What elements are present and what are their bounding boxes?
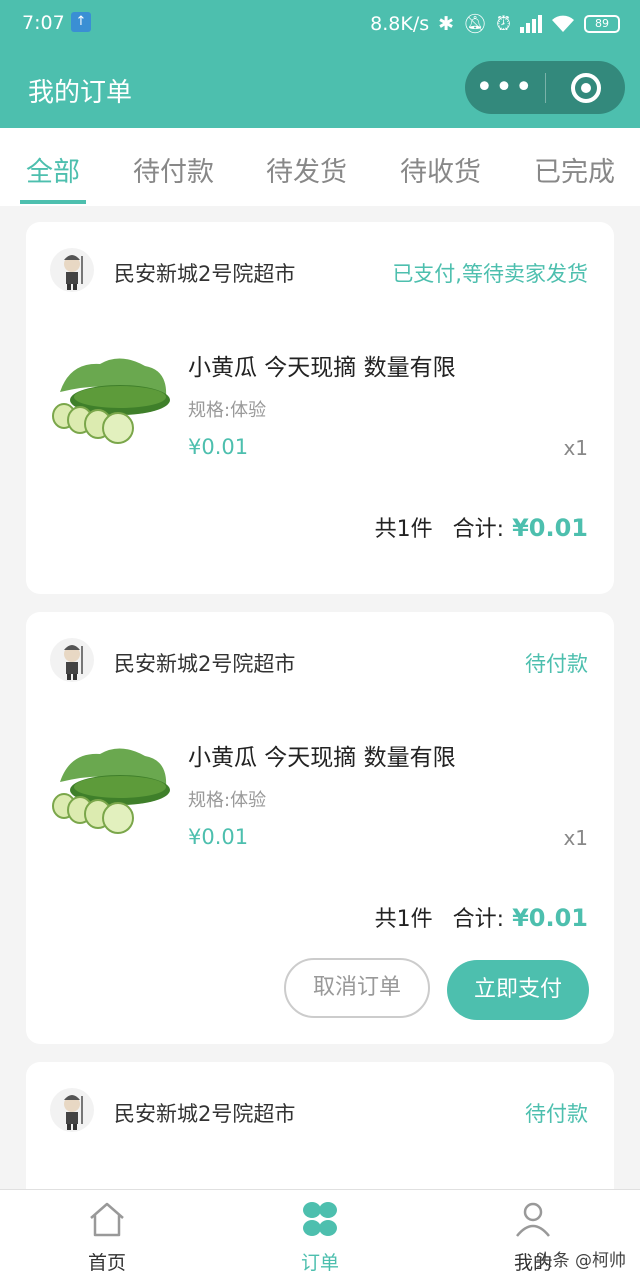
order-total: ¥0.01 xyxy=(512,514,588,542)
order-card[interactable]: 民安新城2号院超市 待付款 xyxy=(26,1062,614,1202)
order-card[interactable]: 民安新城2号院超市 待付款 小黄瓜 今天现摘 数量有限 规格:体验 ¥0.01 … xyxy=(26,612,614,1044)
tab-all[interactable]: 全部 xyxy=(26,150,80,189)
product-quantity: x1 xyxy=(563,826,588,850)
order-summary: 共1件 合计: ¥0.01 xyxy=(375,901,588,933)
order-summary: 共1件 合计: ¥0.01 xyxy=(375,511,588,543)
status-right: 8.8K/s ✱ 🔕︎ ⏰︎ 89 xyxy=(370,12,620,35)
home-icon xyxy=(90,1202,124,1237)
total-label: 合计: xyxy=(452,907,505,932)
battery-icon: 89 xyxy=(584,14,620,33)
tab-pending-shipment[interactable]: 待发货 xyxy=(266,150,347,189)
order-tabs: 全部 待付款 待发货 待收货 已完成 xyxy=(0,128,640,206)
product-spec: 规格:体验 xyxy=(188,790,267,811)
signal-icon xyxy=(520,14,542,33)
nav-orders[interactable]: 订单 xyxy=(260,1200,380,1275)
cancel-order-button[interactable]: 取消订单 xyxy=(284,958,430,1018)
target-icon xyxy=(570,72,601,103)
order-status: 待付款 xyxy=(525,652,588,676)
miniprogram-capsule: ••• xyxy=(465,61,625,114)
store-avatar xyxy=(50,248,94,292)
product-price: ¥0.01 xyxy=(188,435,249,459)
item-count: 共1件 xyxy=(374,517,433,542)
tab-active-indicator xyxy=(20,200,86,204)
store-name[interactable]: 民安新城2号院超市 xyxy=(114,1098,295,1128)
total-label: 合计: xyxy=(452,517,505,542)
pay-now-button[interactable]: 立即支付 xyxy=(447,960,589,1020)
item-count: 共1件 xyxy=(374,907,433,932)
product-image[interactable] xyxy=(50,742,174,838)
nav-orders-label: 订单 xyxy=(300,1252,339,1274)
order-status: 已支付,等待卖家发货 xyxy=(392,262,588,286)
orders-icon xyxy=(303,1202,337,1236)
page-title: 我的订单 xyxy=(28,78,133,108)
watermark: 头条 @柯帅 xyxy=(535,1251,626,1271)
bluetooth-icon: ✱ xyxy=(438,12,455,35)
store-name[interactable]: 民安新城2号院超市 xyxy=(114,258,295,288)
network-speed: 8.8K/s xyxy=(370,12,430,35)
alarm-icon: ⏰︎ xyxy=(496,12,511,35)
mute-icon: 🔕︎ xyxy=(463,13,488,35)
close-miniprogram-button[interactable] xyxy=(546,72,625,103)
user-icon xyxy=(516,1202,550,1237)
tab-pending-receipt[interactable]: 待收货 xyxy=(400,150,481,189)
product-price: ¥0.01 xyxy=(188,825,249,849)
tab-completed[interactable]: 已完成 xyxy=(534,150,615,189)
status-bar: 7:07 ↑ 8.8K/s ✱ 🔕︎ ⏰︎ 89 xyxy=(0,10,640,38)
product-quantity: x1 xyxy=(563,436,588,460)
wifi-icon xyxy=(552,15,574,32)
order-status: 待付款 xyxy=(525,1102,588,1126)
product-name[interactable]: 小黄瓜 今天现摘 数量有限 xyxy=(188,738,456,772)
store-avatar xyxy=(50,638,94,682)
more-menu-button[interactable]: ••• xyxy=(465,61,545,114)
tab-pending-payment[interactable]: 待付款 xyxy=(133,150,214,189)
app-header: 7:07 ↑ 8.8K/s ✱ 🔕︎ ⏰︎ 89 我的订单 ••• xyxy=(0,0,640,128)
product-spec: 规格:体验 xyxy=(188,400,267,421)
product-image[interactable] xyxy=(50,352,174,448)
store-avatar xyxy=(50,1088,94,1132)
product-name[interactable]: 小黄瓜 今天现摘 数量有限 xyxy=(188,348,456,382)
nav-home[interactable]: 首页 xyxy=(47,1200,167,1275)
store-name[interactable]: 民安新城2号院超市 xyxy=(114,648,295,678)
order-card[interactable]: 民安新城2号院超市 已支付,等待卖家发货 小黄瓜 今天现摘 数量有限 规格:体验… xyxy=(26,222,614,594)
status-time: 7:07 xyxy=(22,12,65,34)
nav-home-label: 首页 xyxy=(87,1252,126,1274)
upload-icon: ↑ xyxy=(71,12,91,32)
order-total: ¥0.01 xyxy=(512,904,588,932)
